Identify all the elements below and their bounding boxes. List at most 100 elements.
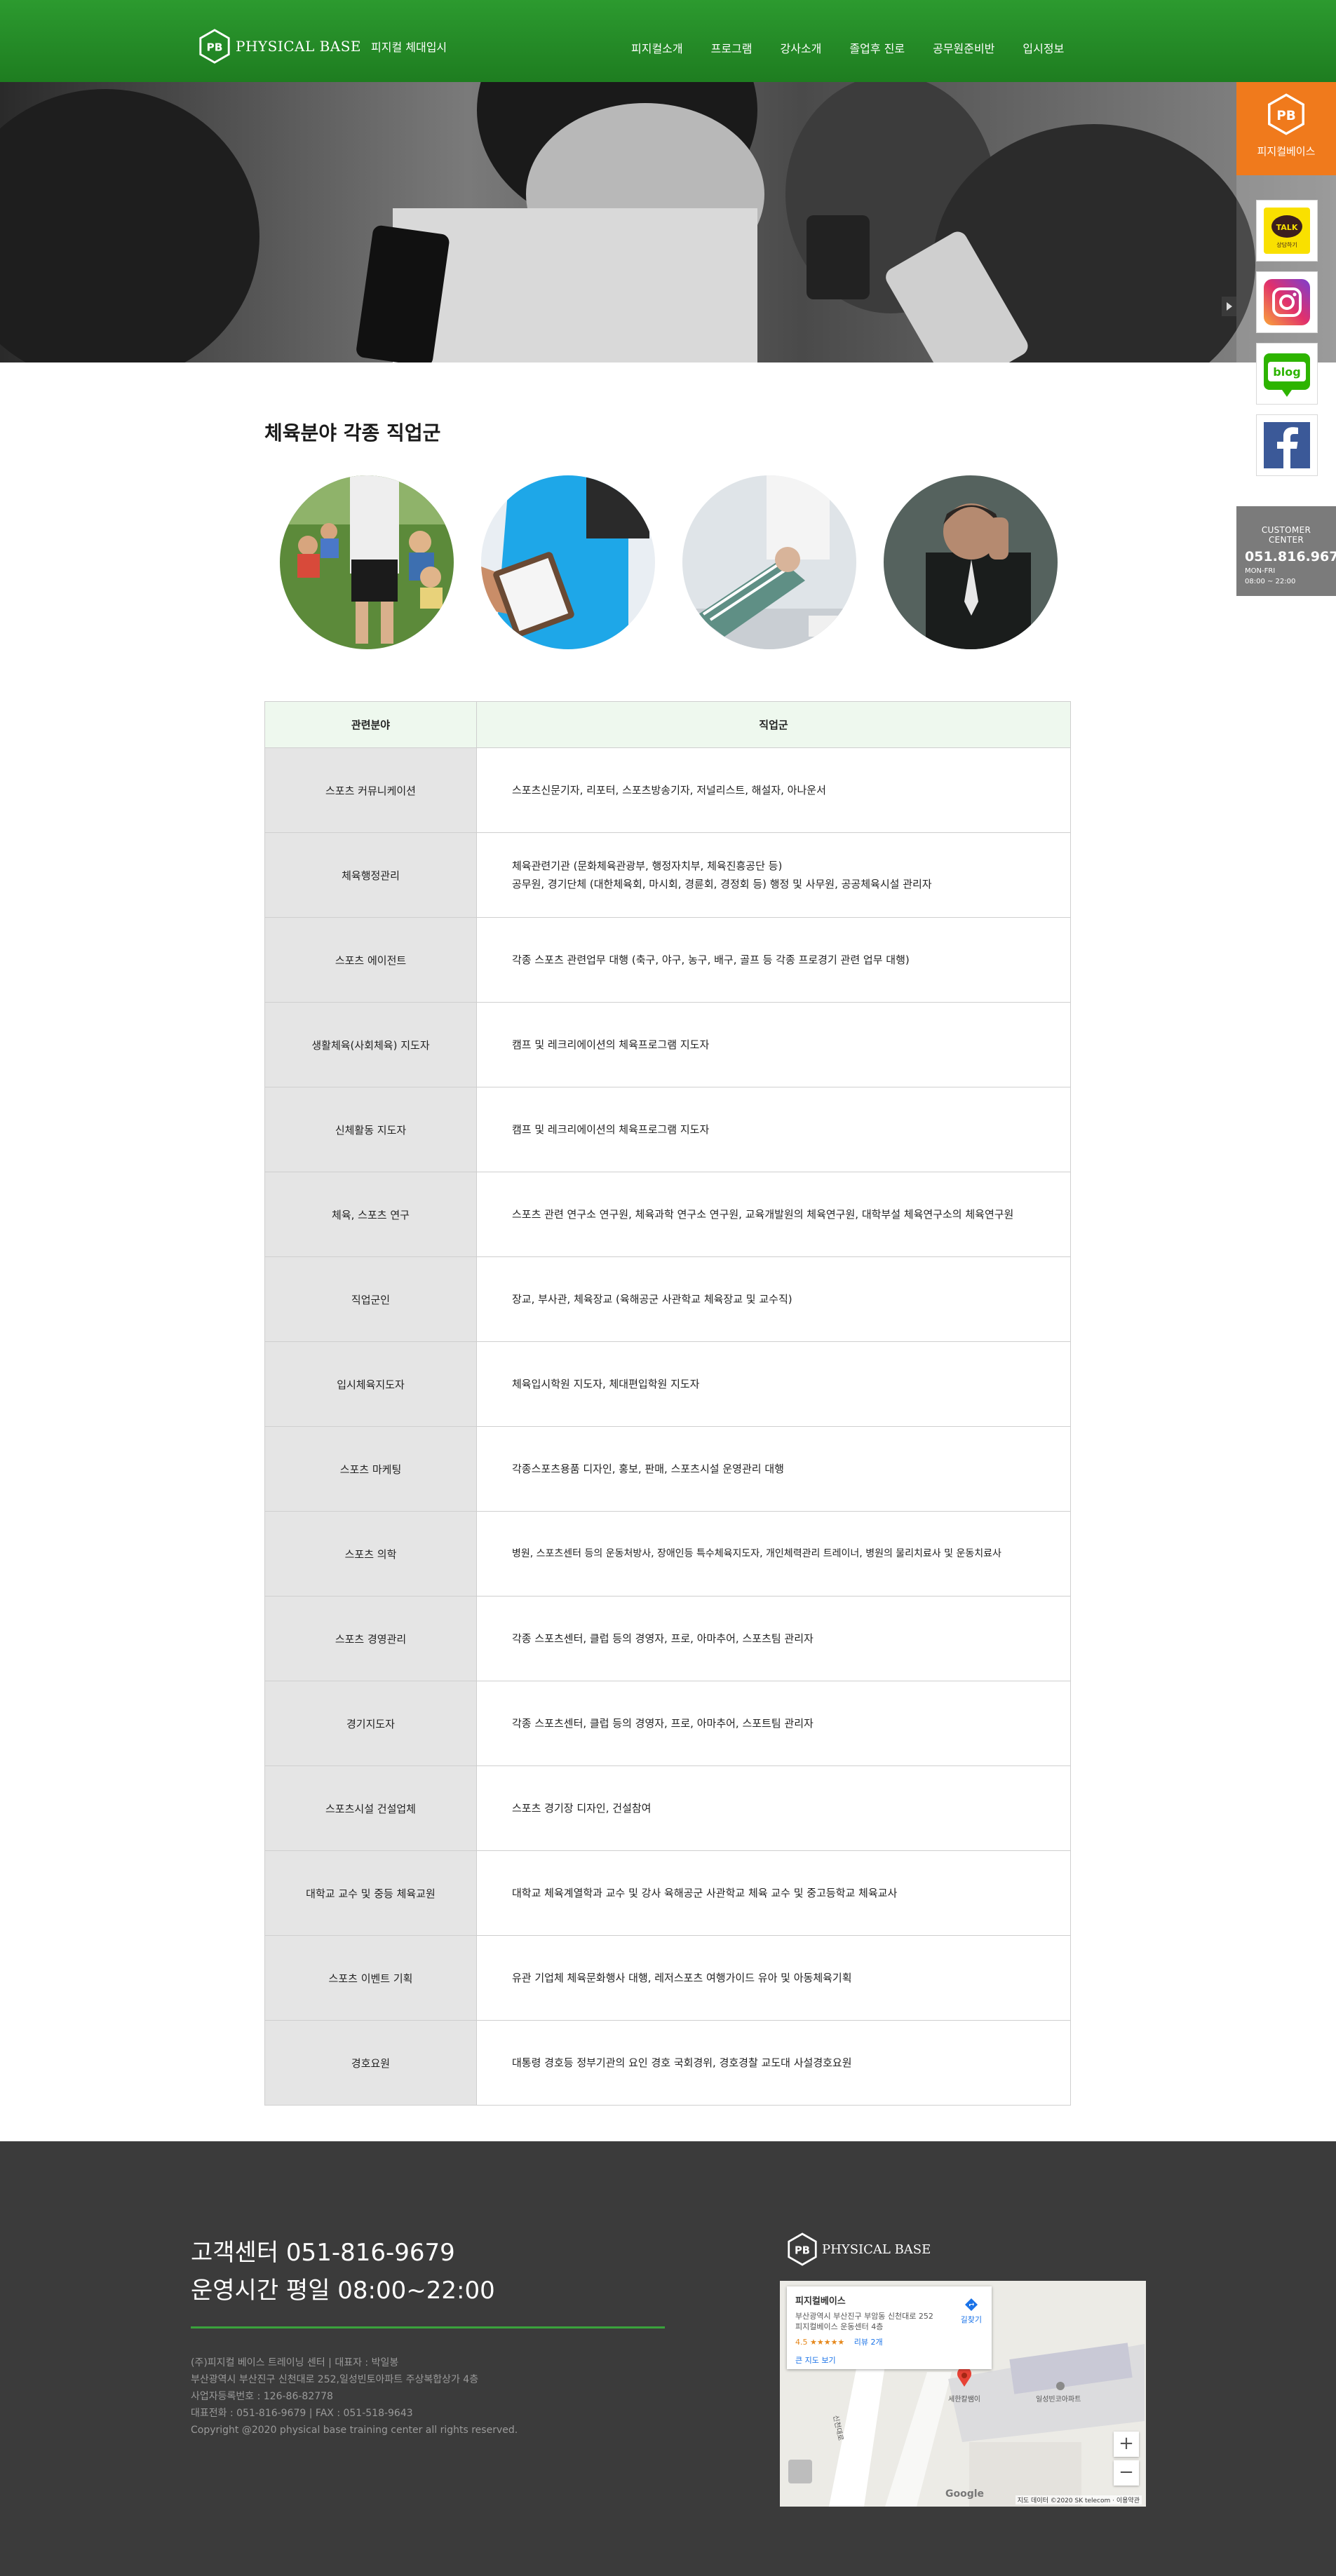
main-nav: 피지컬소개 프로그램 강사소개 졸업후 진로 공무원준비반 입시정보 [631,39,1092,56]
jobs-line: 스포츠 경기장 디자인, 건설참여 [512,1802,652,1815]
table-row: 경기지도자 각종 스포츠센터, 클럽 등의 경영자, 프로, 아마추어, 스포트… [264,1681,1071,1766]
jobs-line: 각종스포츠용품 디자인, 홍보, 판매, 스포츠시설 운영관리 대행 [512,1463,784,1475]
jobs-cell: 대학교 체육계열학과 교수 및 강사 육해공군 사관학교 체육 교수 및 중고등… [476,1850,1071,1936]
footer-logo-text: PHYSICAL BASE [822,2242,931,2257]
customer-center-title: CUSTOMER CENTER [1261,525,1311,545]
physical-base-logo-icon: PB [788,2232,817,2266]
map-directions-label: 길찾기 [960,2315,982,2324]
embedded-map[interactable]: 세한칼쌤이 일성빈코아파트 신천대로 피지컬베이스 부산광역시 부산진구 부암동… [780,2281,1146,2507]
header-field: 관련분야 [264,701,477,748]
blog-label: blog [1273,365,1300,379]
instagram-button[interactable] [1256,271,1318,333]
facebook-button[interactable] [1256,414,1318,476]
nav-item-career[interactable]: 졸업후 진로 [849,39,905,56]
nav-item-program[interactable]: 프로그램 [711,39,753,56]
table-row: 스포츠 경영관리 각종 스포츠센터, 클럽 등의 경영자, 프로, 아마추어, … [264,1596,1071,1681]
table-row: 스포츠 에이전트 각종 스포츠 관련업무 대행 (축구, 야구, 농구, 배구,… [264,917,1071,1003]
directions-icon [964,2298,978,2311]
customer-center-days: MON-FRI [1245,567,1276,575]
map-zoom-in-button[interactable]: + [1114,2432,1139,2457]
logo-text: PHYSICAL BASE [236,38,362,55]
jobs-cell: 병원, 스포츠센터 등의 운동처방사, 장애인등 특수체육지도자, 개인체력관리… [476,1511,1071,1597]
jobs-cell: 각종 스포츠센터, 클럽 등의 경영자, 프로, 아마추어, 스포츠팀 관리자 [476,1596,1071,1681]
physical-therapy-image [682,475,856,649]
site-logo[interactable]: PB PHYSICAL BASE 피지컬 체대입시 [198,28,447,65]
nav-item-instructors[interactable]: 강사소개 [781,39,822,56]
trainer-clipboard-image [481,475,655,649]
footer-contact: 고객센터 051-816-9679 운영시간 평일 08:00~22:00 [191,2234,495,2310]
side-arrow-icon[interactable] [1222,297,1236,316]
svg-text:PB: PB [1276,109,1296,123]
map-rating: 4.5 ★★★★★ 리뷰 2개 [795,2336,983,2347]
customer-center-phone: 051.816.9679 [1245,549,1336,564]
kakao-talk-icon: TALK 상담하기 [1264,208,1310,254]
facebook-icon [1264,422,1310,468]
map-label-place: 세한칼쌤이 [948,2396,980,2404]
footer-phone: 고객센터 051-816-9679 [191,2239,455,2267]
jobs-line: 각종 스포츠센터, 클럽 등의 경영자, 프로, 아마추어, 스포트팀 관리자 [512,1717,814,1730]
map-google-logo: Google [945,2488,985,2500]
table-row: 대학교 교수 및 중등 체육교원 대학교 체육계열학과 교수 및 강사 육해공군… [264,1850,1071,1936]
jobs-line: 대학교 체육계열학과 교수 및 강사 육해공군 사관학교 체육 교수 및 중고등… [512,1887,898,1899]
table-row: 직업군인 장교, 부사관, 체육장교 (육해공군 사관학교 체육장교 및 교수직… [264,1256,1071,1342]
field-cell: 입시체육지도자 [264,1341,477,1427]
footer-logo: PB PHYSICAL BASE [787,2232,931,2266]
jobs-line: 스포츠 관련 연구소 연구원, 체육과학 연구소 연구원, 교육개발원의 체육연… [512,1208,1014,1221]
footer-company-info: (주)피지컬 베이스 트레이닝 센터 | 대표자 : 박일봉 부산광역시 부산진… [191,2354,518,2439]
footer-divider [191,2326,665,2328]
field-cell: 스포츠 이벤트 기획 [264,1935,477,2021]
field-cell: 스포츠 마케팅 [264,1426,477,1512]
map-pin-icon[interactable] [957,2366,972,2387]
hero-banner-image [0,82,1336,362]
map-rating-stars: 4.5 ★★★★★ [795,2338,845,2347]
jobs-line: 캠프 및 레크리에이션의 체육프로그램 지도자 [512,1123,710,1136]
field-cell: 스포츠 의학 [264,1511,477,1597]
jobs-cell: 대통령 경호등 정부기관의 요인 경호 국회경위, 경호경찰 교도대 사설경호요… [476,2020,1071,2106]
map-place-address: 부산광역시 부산진구 부암동 신천대로 252 [795,2312,933,2321]
svg-text:PB: PB [795,2244,810,2256]
field-cell: 스포츠 경영관리 [264,1596,477,1681]
field-cell: 스포츠 커뮤니케이션 [264,747,477,833]
table-row: 스포츠 마케팅 각종스포츠용품 디자인, 홍보, 판매, 스포츠시설 운영관리 … [264,1426,1071,1512]
map-zoom-out-button[interactable]: − [1114,2460,1139,2486]
jobs-line: 캠프 및 레크리에이션의 체육프로그램 지도자 [512,1038,710,1051]
field-cell: 스포츠 에이전트 [264,917,477,1003]
jobs-cell: 각종 스포츠 관련업무 대행 (축구, 야구, 농구, 배구, 골프 등 각종 … [476,917,1071,1003]
table-row: 입시체육지도자 체육입시학원 지도자, 체대편입학원 지도자 [264,1341,1071,1427]
svg-text:TALK: TALK [1276,223,1298,232]
table-row: 신체활동 지도자 캠프 및 레크리에이션의 체육프로그램 지도자 [264,1087,1071,1172]
blog-icon: blog [1264,353,1310,397]
field-cell: 대학교 교수 및 중등 체육교원 [264,1850,477,1936]
map-bigger-link[interactable]: 큰 지도 보기 [795,2354,983,2366]
blog-button[interactable]: blog [1256,343,1318,405]
field-cell: 스포츠시설 건설업체 [264,1765,477,1851]
jobs-line: 장교, 부사관, 체육장교 (육해공군 사관학교 체육장교 및 교수직) [512,1293,792,1306]
nav-item-admissions[interactable]: 입시정보 [1023,39,1064,56]
jobs-line: 공무원, 경기단체 (대한체육회, 마시회, 경륜회, 경정회 등) 행정 및 … [512,878,932,890]
nav-item-civil-service[interactable]: 공무원준비반 [933,39,994,56]
instagram-icon [1264,279,1310,325]
field-cell: 체육행정관리 [264,832,477,918]
customer-center-hours: 08:00 ~ 22:00 [1245,578,1296,585]
kakao-talk-button[interactable]: TALK 상담하기 [1256,200,1318,262]
map-place-name: 피지컬베이스 [795,2296,846,2307]
field-cell: 경호요원 [264,2020,477,2106]
table-row: 체육, 스포츠 연구 스포츠 관련 연구소 연구원, 체육과학 연구소 연구원,… [264,1172,1071,1257]
map-credit[interactable]: 지도 데이터 ©2020 SK telecom · 이용약관 [1015,2495,1142,2504]
map-directions-button[interactable]: 길찾기 [961,2298,982,2325]
security-guard-image [884,475,1058,649]
field-cell: 체육, 스포츠 연구 [264,1172,477,1257]
kakao-label: 상담하기 [1276,241,1297,248]
career-fields-table: 관련분야 직업군 스포츠 커뮤니케이션 스포츠신문기자, 리포터, 스포츠방송기… [264,701,1071,2106]
footer-info-line: (주)피지컬 베이스 트레이닝 센터 | 대표자 : 박일봉 [191,2357,399,2368]
side-brand-button[interactable]: PB 피지컬베이스 [1236,82,1336,175]
physical-base-logo-icon: PB [1268,93,1304,135]
table-row: 경호요원 대통령 경호등 정부기관의 요인 경호 국회경위, 경호경찰 교도대 … [264,2020,1071,2106]
jobs-cell: 체육입시학원 지도자, 체대편입학원 지도자 [476,1341,1071,1427]
jobs-cell: 스포츠 경기장 디자인, 건설참여 [476,1765,1071,1851]
jobs-cell: 캠프 및 레크리에이션의 체육프로그램 지도자 [476,1087,1071,1172]
jobs-cell: 캠프 및 레크리에이션의 체육프로그램 지도자 [476,1002,1071,1087]
nav-item-about[interactable]: 피지컬소개 [631,39,683,56]
map-reviews-link[interactable]: 리뷰 2개 [854,2338,883,2347]
field-cell: 신체활동 지도자 [264,1087,477,1172]
